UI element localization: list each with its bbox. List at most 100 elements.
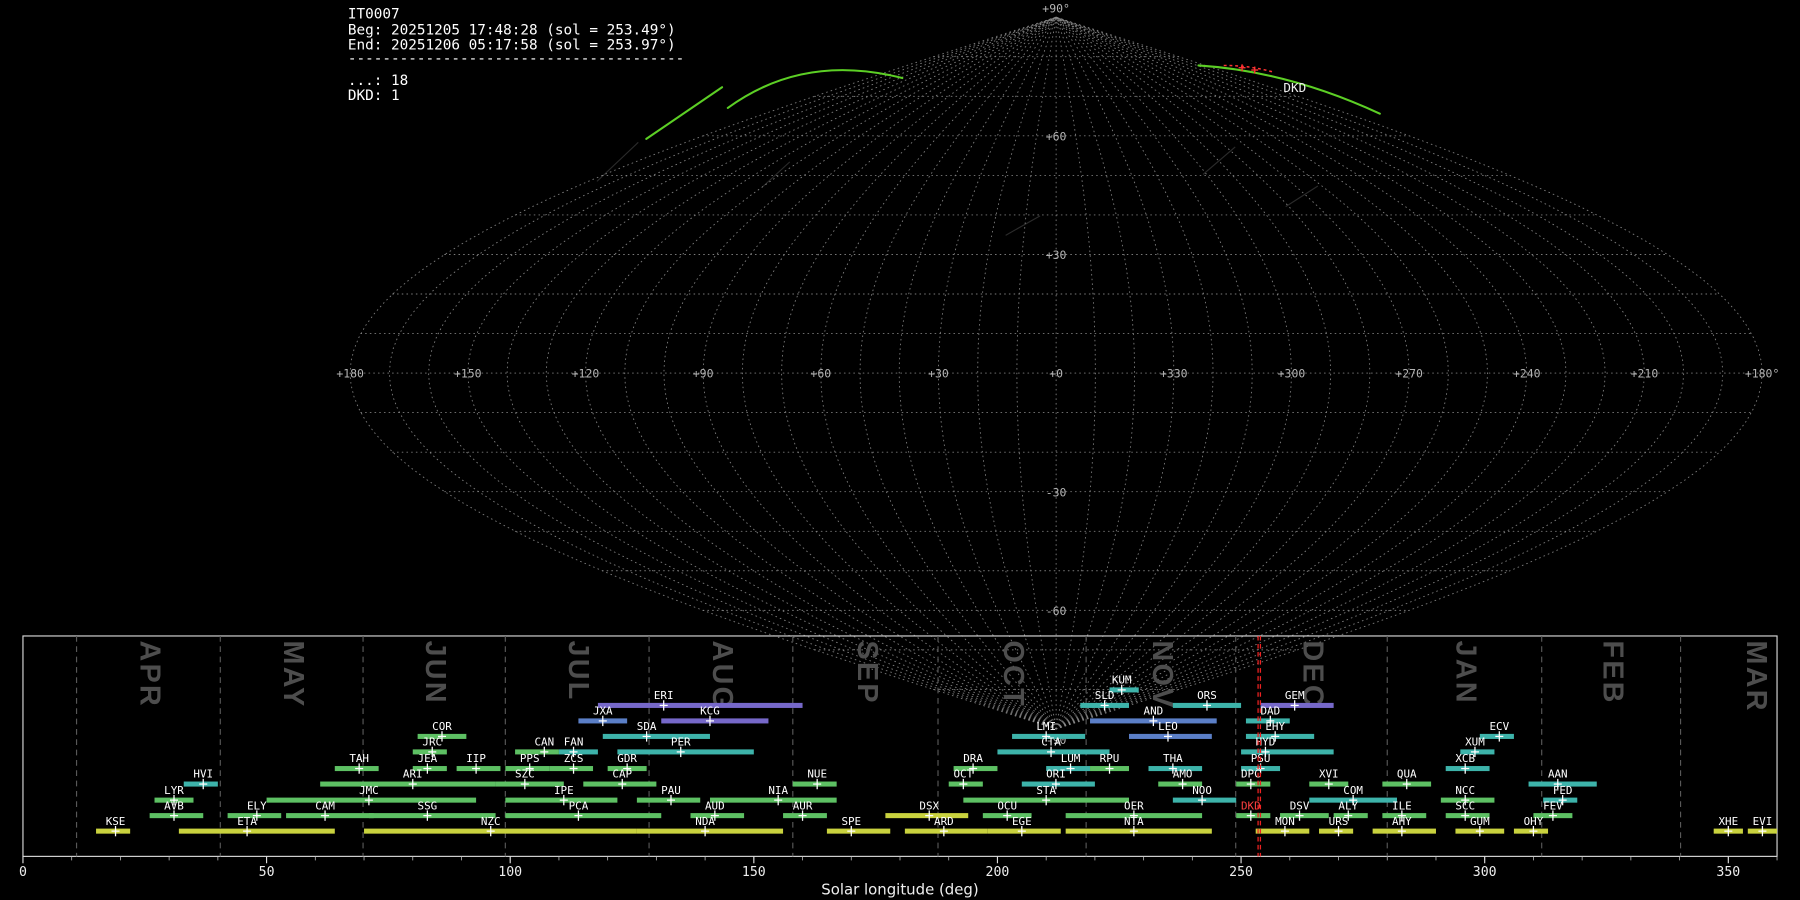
month-label: JUL bbox=[562, 641, 594, 702]
shower-activity-bar bbox=[617, 749, 754, 755]
shower-code-label: SPE bbox=[841, 815, 861, 828]
shower-code-label: NIA bbox=[768, 784, 788, 797]
shower-code-label: SCC bbox=[1455, 799, 1475, 812]
shower-code-label: AAN bbox=[1548, 768, 1568, 781]
shower-code-label: EHY bbox=[1265, 720, 1285, 733]
divider-line: --------------------------------------- bbox=[348, 51, 684, 67]
shower-activity-bar bbox=[709, 797, 837, 803]
month-label: JUN bbox=[419, 641, 451, 705]
shower-EVI: EVI bbox=[1747, 815, 1778, 837]
shower-code-label: CTA bbox=[1041, 736, 1061, 749]
shower-code-label: SDA bbox=[637, 720, 657, 733]
shower-NUE: NUE bbox=[792, 768, 837, 790]
shower-code-label: PCA bbox=[569, 799, 589, 812]
month-label: NOV bbox=[1146, 641, 1178, 710]
lon-label: +60 bbox=[810, 367, 831, 381]
month-label: OCT bbox=[997, 641, 1029, 708]
pole-north-label: +90° bbox=[1042, 2, 1070, 16]
lon-label: +120 bbox=[572, 367, 600, 381]
shower-activity-bar bbox=[636, 828, 784, 834]
lon-label: +90 bbox=[693, 367, 714, 381]
lat-label: -30 bbox=[1046, 485, 1067, 499]
shower-code-label: ETA bbox=[237, 815, 257, 828]
session-begin: Beg: 20251205 17:48:28 (sol = 253.49°) bbox=[348, 22, 676, 38]
faint-meteor-track bbox=[1285, 185, 1319, 208]
shower-code-label: IIP bbox=[466, 752, 486, 765]
tick-label: 0 bbox=[19, 865, 27, 880]
session-header: IT0007 Beg: 20251205 17:48:28 (sol = 253… bbox=[348, 6, 684, 104]
shower-SPE: SPE bbox=[826, 815, 891, 837]
month-label: APR bbox=[134, 641, 166, 708]
shower-code-label: CAP bbox=[612, 768, 632, 781]
shower-code-label: NOO bbox=[1192, 784, 1212, 797]
lon-label: +180 bbox=[336, 367, 364, 381]
shower-code-label: JMC bbox=[359, 784, 379, 797]
shower-STA: STA bbox=[963, 784, 1130, 806]
shower-code-label: XUM bbox=[1465, 736, 1485, 749]
shower-code-label: ALY bbox=[1338, 799, 1358, 812]
shower-code-label: PPS bbox=[520, 752, 540, 765]
tick-label: 250 bbox=[1229, 865, 1253, 880]
shower-code-label: ECV bbox=[1489, 720, 1509, 733]
tick-label: 100 bbox=[498, 865, 522, 880]
shower-XHE: XHE bbox=[1713, 815, 1743, 837]
tick-label: 200 bbox=[986, 865, 1010, 880]
shower-code-label: XHE bbox=[1718, 815, 1738, 828]
shower-code-label: THA bbox=[1163, 752, 1183, 765]
lon-label: +240 bbox=[1513, 367, 1541, 381]
activity-timeline: APR MAY JUN JUL AUG SEP OCT NOV DEC JAN FEB MARKUME… bbox=[19, 635, 1778, 898]
shower-code-label: AHY bbox=[1392, 815, 1412, 828]
shower-RPU: RPU bbox=[1090, 752, 1130, 774]
meteor-track bbox=[645, 86, 724, 140]
shower-JMC: JMC bbox=[266, 784, 477, 806]
shower-QUA: QUA bbox=[1382, 768, 1432, 790]
shower-code-label: ZCS bbox=[564, 752, 584, 765]
month-label: MAY bbox=[277, 641, 309, 709]
shower-code-label: KUM bbox=[1112, 674, 1132, 687]
shower-ECV: ECV bbox=[1479, 720, 1514, 742]
shower-activity-bar bbox=[505, 813, 662, 819]
shower-code-label: OCT bbox=[954, 768, 974, 781]
faint-meteor-track bbox=[1202, 146, 1236, 175]
shower-code-label: STA bbox=[1036, 784, 1056, 797]
shower-code-label: KCG bbox=[700, 705, 720, 718]
shower-code-label: NDA bbox=[695, 815, 715, 828]
shower-code-label: SZC bbox=[515, 768, 535, 781]
shower-code-label: FED bbox=[1553, 784, 1573, 797]
shower-code-label: ELY bbox=[247, 799, 267, 812]
tick-label: 300 bbox=[1473, 865, 1497, 880]
shower-activity-bar bbox=[364, 828, 637, 834]
shower-code-label: LYR bbox=[164, 784, 184, 797]
shower-code-label: PAU bbox=[661, 784, 681, 797]
shower-code-label: XCB bbox=[1455, 752, 1475, 765]
shower-activity-bar bbox=[286, 813, 374, 819]
shower-code-label: EGE bbox=[1012, 815, 1032, 828]
shower-code-label: LUM bbox=[1061, 752, 1081, 765]
shower-PAU: PAU bbox=[636, 784, 701, 806]
shower-code-label: LMI bbox=[1036, 720, 1056, 733]
lon-label: +300 bbox=[1278, 367, 1306, 381]
lon-label: +30 bbox=[928, 367, 949, 381]
lon-label: +180° bbox=[1745, 367, 1780, 381]
shower-code-label: NZC bbox=[481, 815, 501, 828]
shower-code-label: AUD bbox=[705, 799, 725, 812]
shower-code-label: HVI bbox=[193, 768, 213, 781]
shower-activity-bar bbox=[826, 828, 891, 834]
shower-code-label: SSG bbox=[418, 799, 438, 812]
shower-code-label: NTA bbox=[1124, 815, 1144, 828]
shower-code-label: AND bbox=[1144, 705, 1164, 718]
shower-code-label: GDR bbox=[617, 752, 637, 765]
tick-label: 350 bbox=[1716, 865, 1740, 880]
shower-code-label: GEM bbox=[1285, 689, 1305, 702]
shower-code-label: CAN bbox=[534, 736, 554, 749]
shower-code-label: KSE bbox=[106, 815, 126, 828]
shower-code-label: FEV bbox=[1543, 799, 1563, 812]
shower-code-label: IPE bbox=[554, 784, 574, 797]
shower-ORS: ORS bbox=[1172, 689, 1242, 711]
shower-name-on-map: DKD bbox=[1283, 80, 1306, 95]
shower-code-label: DSX bbox=[919, 799, 939, 812]
shower-IPE: IPE bbox=[505, 784, 618, 806]
shower-activity-bar bbox=[661, 718, 769, 724]
shower-ZCS: ZCS bbox=[549, 752, 594, 774]
shower-code-label: AVB bbox=[164, 799, 184, 812]
